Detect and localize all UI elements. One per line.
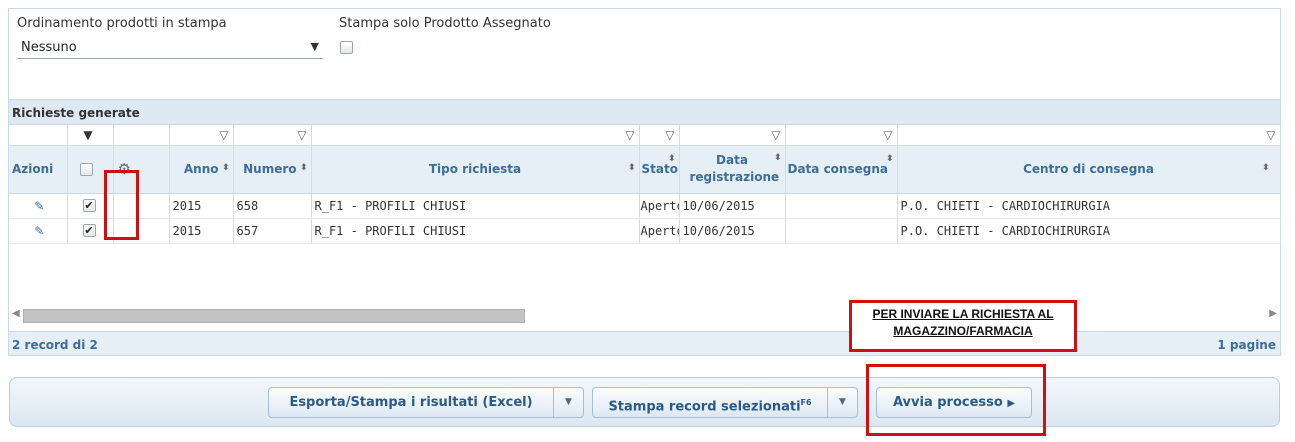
- grid-footer: 2 record di 2 1 pagine: [9, 331, 1280, 355]
- sort-icon: ⬍: [667, 153, 676, 164]
- col-data-consegna[interactable]: Data consegna ⬍: [785, 145, 898, 194]
- select-all-checkbox[interactable]: [79, 162, 93, 176]
- instruction-callout: PER INVIARE LA RICHIESTA AL MAGAZZINO/FA…: [849, 300, 1077, 352]
- caret-down-icon[interactable]: ▼: [553, 388, 583, 417]
- sort-icon: ⬍: [221, 162, 230, 173]
- scrollbar-thumb[interactable]: [23, 309, 525, 323]
- cell-tipo: R_F1 - PROFILI CHIUSI: [311, 193, 640, 219]
- col-data-cons-label: Data consegna: [787, 162, 888, 176]
- row-checkbox[interactable]: ✔: [82, 199, 96, 212]
- col-centro[interactable]: Centro di consegna ⬍: [897, 145, 1281, 194]
- filter-icon[interactable]: ▽: [311, 125, 640, 146]
- filter-icon[interactable]: ▽: [233, 125, 312, 146]
- cell-tipo: R_F1 - PROFILI CHIUSI: [311, 218, 640, 244]
- col-numero-label: Numero: [243, 162, 297, 176]
- col-azioni: Azioni: [9, 145, 68, 194]
- cell-stato: Aperto: [639, 218, 680, 244]
- horizontal-scrollbar[interactable]: ◀ ▶: [9, 305, 1280, 323]
- filter-cell: [113, 125, 170, 146]
- cell-centro: P.O. CHIETI - CARDIOCHIRURGIA: [897, 218, 1281, 244]
- sort-icon: ⬍: [885, 153, 894, 164]
- table-row[interactable]: ✎ ✔ 2015 657 R_F1 - PROFILI CHIUSI Apert…: [9, 218, 1281, 244]
- sort-icon: ⬍: [627, 162, 636, 173]
- filter-icon[interactable]: ▼: [67, 125, 114, 146]
- app-frame: Ordinamento prodotti in stampa Nessuno ▼…: [0, 0, 1295, 442]
- col-stato-label: Stato: [641, 162, 678, 176]
- col-data-registrazione[interactable]: Data registrazione ⬍: [679, 145, 786, 194]
- caret-down-icon[interactable]: ▼: [827, 388, 857, 417]
- page-count: 1 pagine: [1217, 338, 1276, 352]
- action-toolbar: Esporta/Stampa i risultati (Excel) ▼ Sta…: [9, 377, 1280, 427]
- col-centro-label: Centro di consegna: [1023, 162, 1154, 176]
- cell-data-cons: [785, 193, 898, 219]
- scroll-right-icon[interactable]: ▶: [1269, 308, 1277, 319]
- sort-icon: ⬍: [299, 162, 308, 173]
- cell-data-cons: [785, 218, 898, 244]
- print-selected-button[interactable]: Stampa record selezionatiF6 ▼: [592, 387, 858, 418]
- row-checkbox[interactable]: ✔: [82, 224, 96, 237]
- filter-icon[interactable]: ▽: [785, 125, 898, 146]
- col-tipo-label: Tipo richiesta: [428, 162, 522, 176]
- col-numero[interactable]: Numero ⬍: [233, 145, 312, 194]
- sort-label: Ordinamento prodotti in stampa: [17, 16, 227, 31]
- sort-icon: ⬍: [773, 152, 782, 163]
- col-stato[interactable]: Stato ⬍: [639, 145, 680, 194]
- cell-data-reg: 10/06/2015: [679, 193, 786, 219]
- cell-numero: 657: [233, 218, 312, 244]
- section-title: Richieste generate: [9, 99, 1280, 125]
- print-selected-shortcut: F6: [800, 398, 812, 407]
- filter-icon: ▼: [310, 40, 319, 53]
- start-button-highlight: [866, 364, 1046, 436]
- cell-data-reg: 10/06/2015: [679, 218, 786, 244]
- cell-centro: P.O. CHIETI - CARDIOCHIRURGIA: [897, 193, 1281, 219]
- sort-select[interactable]: Nessuno ▼: [17, 38, 323, 59]
- requests-panel: Ordinamento prodotti in stampa Nessuno ▼…: [8, 8, 1281, 356]
- header-row: Azioni ⚙ Anno ⬍ Numero ⬍ Tipo richiesta ⬍ S…: [9, 145, 1281, 194]
- pencil-icon[interactable]: ✎: [9, 218, 68, 244]
- cell-anno: 2015: [169, 193, 234, 219]
- export-button[interactable]: Esporta/Stampa i risultati (Excel) ▼: [268, 387, 584, 418]
- filter-icon[interactable]: ▽: [679, 125, 786, 146]
- cell-anno: 2015: [169, 218, 234, 244]
- callout-line-1: PER INVIARE LA RICHIESTA AL: [872, 307, 1054, 321]
- assigned-checkbox[interactable]: [340, 41, 353, 54]
- pencil-icon[interactable]: ✎: [9, 193, 68, 219]
- col-anno[interactable]: Anno ⬍: [169, 145, 234, 194]
- export-button-label: Esporta/Stampa i risultati (Excel): [289, 395, 533, 410]
- filter-icon[interactable]: ▽: [169, 125, 234, 146]
- col-data-reg-label: Data registrazione: [689, 153, 780, 184]
- table-row[interactable]: ✎ ✔ 2015 658 R_F1 - PROFILI CHIUSI Apert…: [9, 193, 1281, 219]
- col-tipo[interactable]: Tipo richiesta ⬍: [311, 145, 640, 194]
- sort-select-value: Nessuno: [21, 40, 77, 55]
- cell-numero: 658: [233, 193, 312, 219]
- filter-icon[interactable]: ▽: [639, 125, 680, 146]
- filter-row: ▼ ▽ ▽ ▽ ▽ ▽ ▽ ▽: [9, 125, 1281, 146]
- sort-icon: ⬍: [1261, 162, 1270, 173]
- cell-stato: Aperto: [639, 193, 680, 219]
- scroll-left-icon[interactable]: ◀: [12, 308, 20, 319]
- filter-icon[interactable]: ▽: [897, 125, 1281, 146]
- requests-table: ▼ ▽ ▽ ▽ ▽ ▽ ▽ ▽ Azioni ⚙ Anno ⬍ Numero ⬍ T…: [9, 125, 1281, 244]
- assigned-label: Stampa solo Prodotto Assegnato: [339, 16, 551, 31]
- checkbox-highlight: [104, 170, 139, 240]
- col-azioni-label: Azioni: [12, 162, 54, 176]
- record-count: 2 record di 2: [12, 338, 98, 352]
- filter-cell: [9, 125, 68, 146]
- print-selected-label: Stampa record selezionati: [608, 399, 801, 415]
- callout-line-2: MAGAZZINO/FARMACIA: [893, 324, 1033, 338]
- col-anno-label: Anno: [183, 162, 219, 176]
